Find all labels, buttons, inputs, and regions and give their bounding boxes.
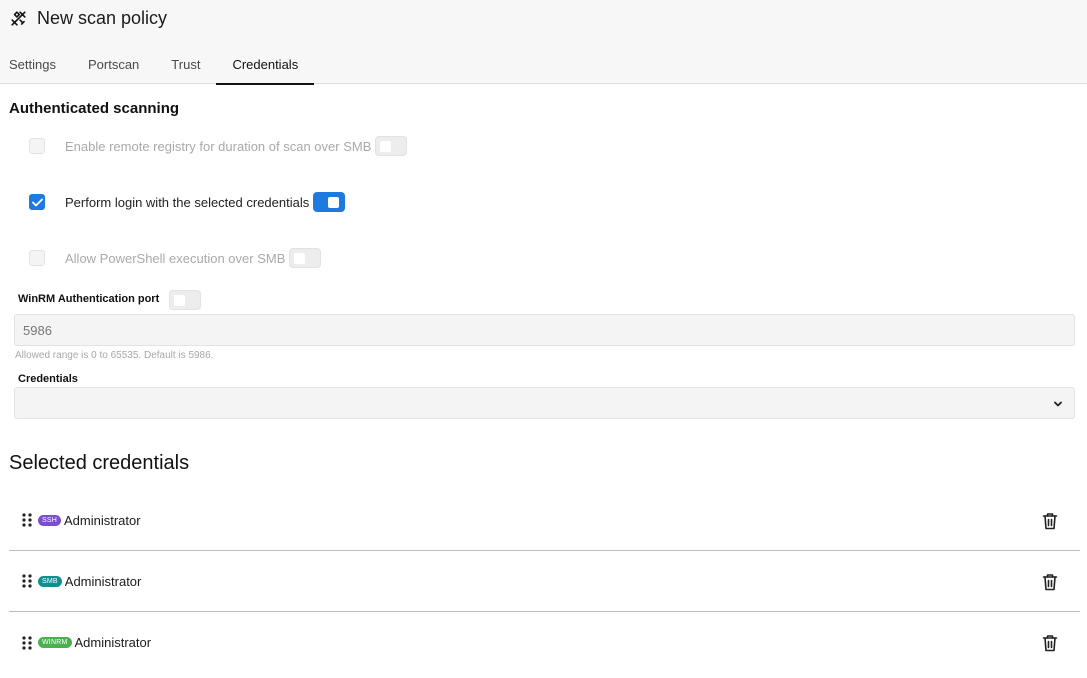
toggle-knob	[380, 141, 392, 152]
winrm-port-input[interactable]: 5986	[14, 314, 1075, 346]
toggle-knob	[174, 295, 185, 306]
credential-name: Administrator	[64, 512, 141, 528]
winrm-port-toggle[interactable]	[169, 290, 201, 310]
powershell-label: Allow PowerShell execution over SMB	[65, 250, 286, 266]
tools-icon	[9, 9, 28, 28]
list-item: SMB Administrator	[9, 551, 1080, 612]
checkmark-icon	[31, 198, 43, 206]
selected-credentials-title: Selected credentials	[9, 452, 190, 474]
tab-settings-label: Settings	[9, 56, 56, 72]
winrm-port-label: WinRM Authentication port	[18, 293, 160, 305]
list-item: WINRM Administrator	[9, 612, 1080, 673]
tab-credentials[interactable]: Credentials	[216, 44, 314, 85]
tab-trust[interactable]: Trust	[155, 44, 216, 84]
toggle-knob	[294, 253, 306, 264]
credential-type-badge: SMB	[38, 575, 62, 587]
tab-credentials-label: Credentials	[232, 56, 299, 72]
option-remote-registry: Enable remote registry for duration of s…	[29, 136, 408, 156]
section-title: Authenticated scanning	[9, 100, 180, 117]
header: New scan policy Settings Portscan Trust …	[0, 0, 1087, 85]
credential-type-badge: WINRM	[38, 637, 72, 648]
drag-handle-icon[interactable]	[21, 635, 33, 650]
credential-name: Administrator	[64, 573, 142, 589]
perform-login-toggle[interactable]	[313, 192, 346, 212]
tab-portscan-label: Portscan	[87, 56, 140, 72]
tab-trust-label: Trust	[171, 56, 201, 72]
winrm-port-hint: Allowed range is 0 to 65535. Default is …	[15, 350, 214, 361]
drag-handle-icon[interactable]	[21, 513, 33, 527]
option-powershell: Allow PowerShell execution over SMB	[29, 248, 322, 268]
chevron-down-icon	[1052, 397, 1064, 409]
toggle-knob	[328, 197, 340, 208]
winrm-port-value: 5986	[23, 322, 52, 338]
remote-registry-label: Enable remote registry for duration of s…	[65, 138, 372, 154]
perform-login-checkbox[interactable]	[29, 194, 45, 210]
credentials-select[interactable]	[14, 387, 1075, 419]
title-row: New scan policy	[9, 8, 167, 29]
drag-handle-icon[interactable]	[21, 574, 33, 588]
list-item: SSH Administrator	[9, 490, 1080, 551]
remote-registry-toggle[interactable]	[375, 136, 408, 156]
trash-icon[interactable]	[1042, 634, 1058, 652]
tab-settings[interactable]: Settings	[0, 44, 72, 84]
powershell-checkbox[interactable]	[29, 250, 45, 266]
credential-name: Administrator	[74, 635, 152, 650]
powershell-toggle[interactable]	[289, 248, 322, 268]
perform-login-label: Perform login with the selected credenti…	[65, 194, 310, 210]
credential-type-badge: SSH	[38, 514, 61, 526]
credentials-select-label: Credentials	[18, 373, 78, 385]
trash-icon[interactable]	[1042, 573, 1058, 591]
trash-icon[interactable]	[1042, 512, 1058, 530]
remote-registry-checkbox[interactable]	[29, 138, 45, 154]
option-perform-login: Perform login with the selected credenti…	[29, 192, 346, 212]
tab-bar: Settings Portscan Trust Credentials	[0, 44, 314, 85]
tab-portscan[interactable]: Portscan	[72, 44, 155, 84]
page-title: New scan policy	[37, 8, 168, 28]
